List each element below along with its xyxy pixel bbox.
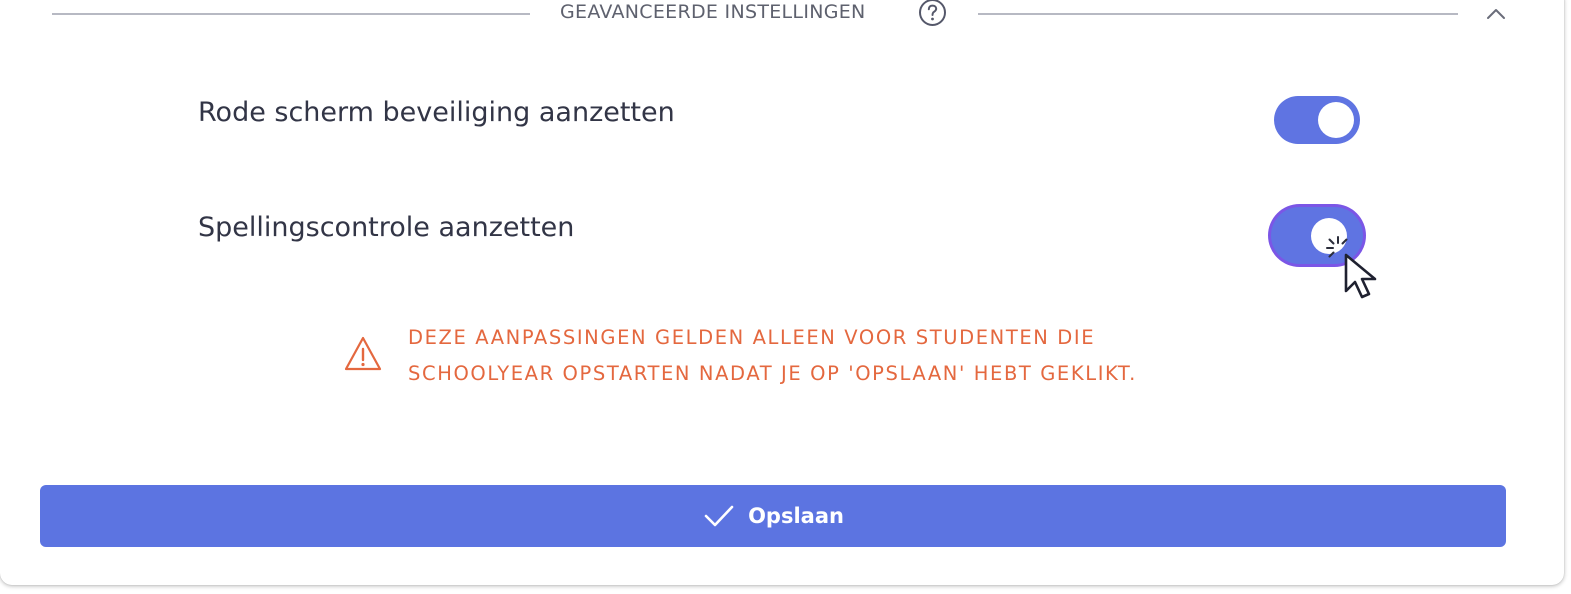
- save-button[interactable]: Opslaan: [40, 485, 1506, 547]
- toggle-knob: [1318, 102, 1354, 138]
- red-screen-protection-toggle[interactable]: [1274, 96, 1360, 144]
- warning-line: SCHOOLYEAR OPSTARTEN NADAT JE OP 'OPSLAA…: [408, 362, 1137, 385]
- toggle-knob: [1311, 218, 1347, 254]
- setting-row-red-screen-protection: Rode scherm beveiliging aanzetten: [198, 83, 1368, 144]
- question-circle-icon[interactable]: [918, 0, 947, 27]
- header-divider-right: [978, 13, 1458, 15]
- setting-row-spellcheck: Spellingscontrole aanzetten: [198, 198, 1368, 264]
- setting-label: Spellingscontrole aanzetten: [198, 212, 575, 243]
- save-button-label: Opslaan: [748, 504, 844, 528]
- warning-line: DEZE AANPASSINGEN GELDEN ALLEEN VOOR STU…: [408, 326, 1096, 349]
- header-divider-left: [52, 13, 530, 15]
- section-title: GEAVANCEERDE INSTELLINGEN: [560, 1, 866, 23]
- spellcheck-toggle[interactable]: [1271, 207, 1363, 264]
- warning-triangle-icon: [344, 336, 382, 371]
- setting-label: Rode scherm beveiliging aanzetten: [198, 97, 675, 128]
- settings-panel: GEAVANCEERDE INSTELLINGEN Rode scherm be…: [0, 0, 1564, 585]
- warning-notice: DEZE AANPASSINGEN GELDEN ALLEEN VOOR STU…: [343, 318, 1243, 388]
- advanced-settings-header: GEAVANCEERDE INSTELLINGEN: [52, 0, 1522, 38]
- check-icon: [704, 505, 734, 527]
- save-button-content: Opslaan: [40, 485, 1506, 547]
- warning-text: DEZE AANPASSINGEN GELDEN ALLEEN VOOR STU…: [408, 320, 1137, 392]
- chevron-up-icon[interactable]: [1482, 2, 1510, 26]
